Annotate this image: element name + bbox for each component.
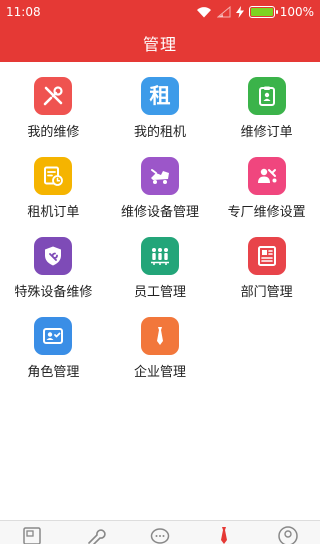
order-clock-icon <box>44 166 64 186</box>
department-icon <box>257 246 276 266</box>
page-title: 管理 <box>142 35 177 54</box>
charging-icon <box>235 6 244 18</box>
management-screen: 11:08 100% 管理 我的维修 租 我的租机 维修订单 租机订单 维修设备… <box>0 0 320 544</box>
tile-icon-bg <box>140 237 179 275</box>
news-icon <box>23 527 41 544</box>
tools-icon <box>44 86 63 106</box>
staff-icon <box>150 248 169 265</box>
wrench-icon <box>88 529 106 544</box>
mechanic-icon <box>257 168 277 183</box>
menu-item-role-management[interactable]: 角色管理 <box>0 302 107 382</box>
menu-item-staff-management[interactable]: 员工管理 <box>107 222 214 302</box>
tile-icon-bg <box>34 317 73 355</box>
battery-percent: 100% <box>279 5 314 19</box>
menu-item-special-equipment-repair[interactable]: 特殊设备维修 <box>0 222 107 302</box>
user-icon <box>278 526 298 544</box>
menu-item-label: 维修订单 <box>240 125 293 140</box>
tile-icon-bg <box>34 237 73 275</box>
menu-item-label: 企业管理 <box>133 365 186 380</box>
tile-icon-bg <box>34 77 73 115</box>
rent-icon: 租 <box>149 83 171 108</box>
role-card-icon <box>43 328 64 344</box>
menu-grid: 我的维修 租 我的租机 维修订单 租机订单 维修设备管理 专厂维修设置 特殊设备… <box>0 62 320 382</box>
status-time: 11:08 <box>6 5 41 19</box>
battery-icon <box>248 6 278 18</box>
menu-item-enterprise-management[interactable]: 企业管理 <box>107 302 214 382</box>
tile-icon-bg <box>247 157 286 195</box>
menu-item-my-repair[interactable]: 我的维修 <box>0 62 107 142</box>
nav-tab-repair[interactable] <box>76 521 116 544</box>
nav-tab-profile[interactable] <box>268 521 308 544</box>
status-bar: 11:08 100% <box>0 0 320 24</box>
bottom-nav <box>0 520 320 544</box>
menu-item-label: 角色管理 <box>27 365 80 380</box>
menu-item-label: 维修设备管理 <box>120 205 199 220</box>
enterprise-icon <box>156 327 163 345</box>
menu-item-label: 我的维修 <box>27 125 80 140</box>
menu-item-repair-orders[interactable]: 维修订单 <box>213 62 320 142</box>
tile-icon-bg: 租 <box>140 77 179 115</box>
menu-item-factory-repair-settings[interactable]: 专厂维修设置 <box>213 142 320 222</box>
clipboard-icon <box>258 86 275 106</box>
signal-icon <box>216 6 231 18</box>
menu-item-label: 我的租机 <box>133 125 186 140</box>
menu-item-rental-orders[interactable]: 租机订单 <box>0 142 107 222</box>
tile-icon-bg <box>140 317 179 355</box>
menu-item-department-management[interactable]: 部门管理 <box>213 222 320 302</box>
menu-item-label: 部门管理 <box>240 285 293 300</box>
app-header: 管理 <box>0 24 320 62</box>
menu-item-label: 特殊设备维修 <box>14 285 93 300</box>
tile-icon-bg <box>247 237 286 275</box>
equipment-icon <box>150 169 169 184</box>
tile-icon-bg <box>140 157 179 195</box>
menu-item-my-rental[interactable]: 租 我的租机 <box>107 62 214 142</box>
menu-item-repair-equipment[interactable]: 维修设备管理 <box>107 142 214 222</box>
nav-tab-messages[interactable] <box>140 521 180 544</box>
nav-tab-news[interactable] <box>12 521 52 544</box>
tie-icon <box>221 527 227 544</box>
shield-icon <box>45 246 62 266</box>
wifi-icon <box>196 7 211 18</box>
menu-item-label: 专厂维修设置 <box>227 205 306 220</box>
chat-icon <box>150 528 170 544</box>
nav-tab-management[interactable] <box>204 521 244 544</box>
menu-item-label: 员工管理 <box>133 285 186 300</box>
status-icons: 100% <box>196 5 314 19</box>
tile-icon-bg <box>247 77 286 115</box>
tile-icon-bg <box>34 157 73 195</box>
battery-level <box>250 8 273 16</box>
menu-item-label: 租机订单 <box>27 205 80 220</box>
